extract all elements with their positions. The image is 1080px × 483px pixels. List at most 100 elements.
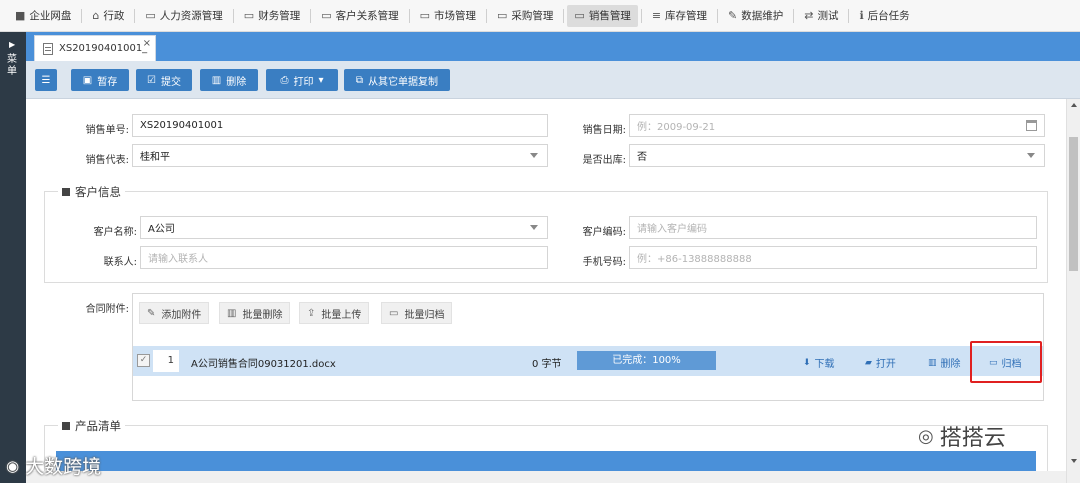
vertical-scrollbar[interactable]	[1066, 99, 1080, 483]
download-label: 下载	[814, 359, 835, 370]
products-section-label: 产品清单	[75, 419, 121, 433]
save-button[interactable]: ▣ 暂存	[71, 69, 129, 91]
customer-code-label: 客户编码:	[582, 227, 626, 238]
nav-label: 企业网盘	[29, 10, 72, 22]
folder-open-icon: ▰	[865, 357, 872, 368]
nav-item-background-tasks[interactable]: ℹ 后台任务	[852, 5, 916, 27]
nav-item-admin[interactable]: ⌂ 行政	[85, 5, 131, 27]
nav-divider	[81, 8, 83, 23]
print-label: 打印	[293, 76, 314, 88]
shuffle-icon: ⇄	[804, 9, 814, 22]
batch-delete-button[interactable]: ▥ 批量删除	[219, 302, 291, 324]
batch-upload-button[interactable]: ⇪ 批量上传	[299, 302, 370, 324]
horizontal-scrollbar[interactable]	[26, 471, 1066, 483]
collapse-square-icon[interactable]	[62, 422, 70, 430]
phone-field[interactable]: 例：+86-13888888888	[629, 246, 1037, 269]
copy-icon: ⧉	[355, 74, 364, 86]
save-label: 暂存	[97, 76, 118, 88]
folder-open-icon: ▭	[243, 9, 255, 22]
delete-label: 删除	[226, 76, 247, 88]
trash-icon: ▥	[928, 357, 937, 368]
nav-item-finance[interactable]: ▭ 财务管理	[237, 5, 307, 27]
attachment-row[interactable]: ✓ 1 A公司销售合同09031201.docx 0 字节 已完成：100% ⬇…	[133, 346, 1043, 376]
scroll-thumb[interactable]	[1069, 137, 1078, 271]
scroll-down-icon[interactable]	[1071, 459, 1077, 463]
nav-label: 市场管理	[434, 10, 477, 22]
calendar-icon[interactable]	[1026, 120, 1037, 131]
wrench-icon: ✎	[728, 9, 738, 22]
batch-archive-button[interactable]: ▭ 批量归档	[381, 302, 453, 324]
tab-title: XS20190401001_	[59, 43, 148, 54]
nav-item-purchasing[interactable]: ▭ 采购管理	[490, 5, 560, 27]
nav-item-crm[interactable]: ▭ 客户关系管理	[314, 5, 405, 27]
printer-icon: ⎙	[280, 74, 289, 86]
batch-delete-label: 批量删除	[242, 309, 283, 321]
nav-item-marketing[interactable]: ▭ 市场管理	[413, 5, 483, 27]
nav-item-cloud-disk[interactable]: ■ 企业网盘	[8, 5, 78, 27]
attachment-filename: A公司销售合同09031201.docx	[191, 359, 336, 370]
nav-divider	[793, 8, 795, 23]
products-section-title: 产品清单	[58, 418, 125, 434]
toolbar: ☰ ▣ 暂存 ☑ 提交 ▥ 删除 ⎙ 打印 ▾ ⧉ 从其它单据复制	[26, 61, 1080, 99]
download-link[interactable]: ⬇ 下载	[803, 355, 835, 371]
chevron-down-icon	[530, 153, 538, 158]
order-no-field[interactable]: XS20190401001	[132, 114, 548, 137]
nav-divider	[408, 8, 410, 23]
sale-date-placeholder: 例：2009-09-21	[637, 122, 716, 133]
nav-item-inventory[interactable]: ≡ 库存管理	[645, 5, 714, 27]
sales-rep-label: 销售代表:	[85, 155, 129, 166]
nav-item-sales[interactable]: ▭ 销售管理	[567, 4, 638, 27]
watermark-right-text: 搭搭云	[939, 426, 1006, 451]
trash-icon: ▥	[211, 74, 222, 86]
delete-link[interactable]: ▥ 删除	[928, 355, 961, 371]
outbound-select[interactable]: 否	[629, 144, 1045, 167]
download-icon: ⬇	[803, 357, 811, 368]
nav-divider	[232, 8, 234, 23]
folder-open-icon: ▭	[321, 9, 332, 22]
tab-document[interactable]: XS20190401001_ ×	[34, 35, 156, 61]
copy-from-other-button[interactable]: ⧉ 从其它单据复制	[344, 69, 450, 91]
list-icon: ☰	[41, 74, 51, 86]
watermark-logo-icon: ◉	[6, 456, 20, 475]
contact-field[interactable]: 请输入联系人	[140, 246, 548, 269]
progress-text: 已完成：100%	[612, 355, 681, 366]
left-sidebar[interactable]: ▶ 菜单	[0, 32, 26, 483]
close-icon[interactable]: ×	[143, 38, 151, 49]
nav-divider	[717, 8, 719, 23]
nav-label: 销售管理	[588, 10, 631, 22]
sales-rep-select[interactable]: 桂和平	[132, 144, 548, 167]
row-checkbox[interactable]: ✓	[137, 354, 150, 367]
delete-button[interactable]: ▥ 删除	[200, 69, 258, 91]
attachment-size: 0 字节	[532, 359, 562, 370]
submit-button[interactable]: ☑ 提交	[136, 69, 192, 91]
folder-open-icon: ▭	[419, 9, 431, 22]
scroll-up-icon[interactable]	[1071, 103, 1077, 107]
sale-date-field[interactable]: 例：2009-09-21	[629, 114, 1045, 137]
nav-item-data-maintenance[interactable]: ✎ 数据维护	[721, 5, 790, 27]
nav-divider	[486, 8, 488, 23]
list-button[interactable]: ☰	[35, 69, 57, 91]
bank-icon: ⌂	[92, 9, 100, 22]
add-attachment-button[interactable]: ✎ 添加附件	[139, 302, 210, 324]
print-button[interactable]: ⎙ 打印 ▾	[266, 69, 338, 91]
contact-label: 联系人:	[103, 257, 137, 268]
form-content: 销售单号: XS20190401001 销售日期: 例：2009-09-21 销…	[26, 99, 1066, 483]
nav-item-test[interactable]: ⇄ 测试	[797, 5, 845, 27]
nav-label: 财务管理	[258, 10, 301, 22]
database-icon: ≡	[651, 9, 662, 22]
watermark-left-text: 大数跨境	[25, 456, 102, 478]
nav-label: 测试	[817, 10, 839, 22]
collapse-square-icon[interactable]	[62, 188, 70, 196]
customer-code-field[interactable]: 请输入客户编码	[629, 216, 1037, 239]
expand-arrow-icon[interactable]: ▶	[9, 40, 15, 49]
outbound-label: 是否出库:	[582, 155, 626, 166]
sidebar-menu-label[interactable]: 菜单	[7, 54, 19, 78]
nav-item-hr[interactable]: ▭ 人力资源管理	[138, 5, 229, 27]
attachments-panel: ✎ 添加附件 ▥ 批量删除 ⇪ 批量上传 ▭ 批量归档 ✓ 1 A公司销售合同09031…	[132, 293, 1044, 401]
open-label: 打开	[875, 359, 896, 370]
open-link[interactable]: ▰ 打开	[865, 355, 896, 371]
customer-name-select[interactable]: A公司	[140, 216, 548, 239]
nav-label: 客户关系管理	[335, 10, 399, 22]
nav-divider	[848, 8, 850, 23]
nav-divider	[310, 8, 312, 23]
